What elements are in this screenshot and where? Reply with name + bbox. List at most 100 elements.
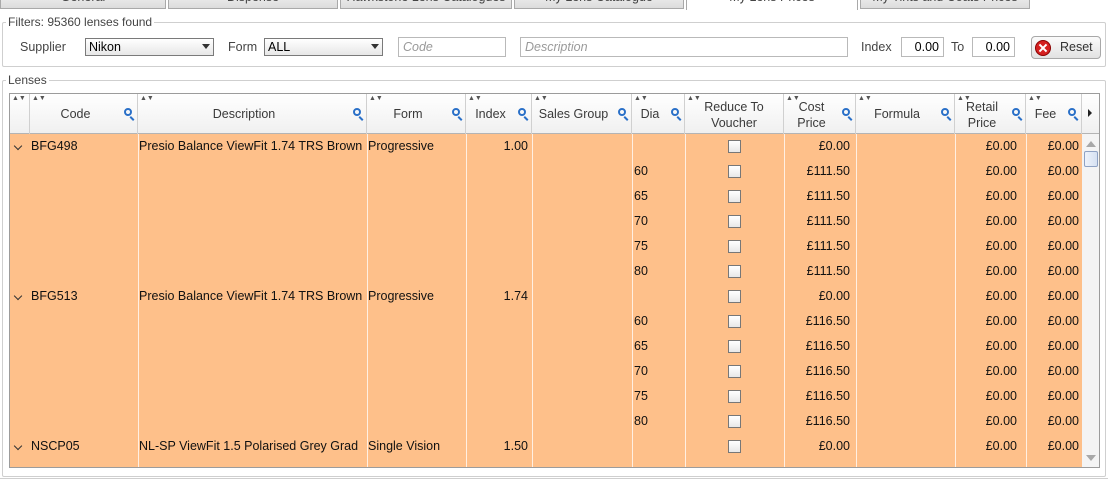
retail-price-cell: £0.00 (985, 214, 1017, 228)
reduce-to-voucher-checkbox[interactable] (728, 265, 741, 278)
header-fee[interactable]: ▲▼ Fee (1026, 94, 1082, 134)
search-icon[interactable] (353, 108, 361, 116)
code-input[interactable] (398, 37, 506, 57)
form-cell: Progressive (368, 139, 434, 153)
dia-cell: 80 (634, 264, 648, 278)
dia-cell: 65 (634, 339, 648, 353)
header-dia[interactable]: ▲▼ Dia (632, 94, 685, 134)
header-form-label: Form (393, 107, 423, 121)
header-index[interactable]: ▲▼ Index (466, 94, 532, 134)
description-input[interactable] (520, 37, 848, 57)
tab-general[interactable]: General (0, 0, 166, 9)
lens-diameter-row[interactable]: 60 £111.50 £0.00 £0.00 (10, 159, 1082, 184)
fee-cell: £0.00 (1047, 214, 1079, 228)
lens-diameter-row[interactable]: 80 £111.50 £0.00 £0.00 (10, 259, 1082, 284)
reset-icon (1035, 40, 1051, 56)
index-cell: 1.00 (503, 139, 528, 153)
index-label: Index (861, 40, 892, 54)
scrollbar-thumb[interactable] (1084, 151, 1098, 167)
code-cell: BFG498 (31, 139, 78, 153)
reduce-to-voucher-cell (728, 359, 744, 384)
reduce-to-voucher-checkbox[interactable] (728, 315, 741, 328)
scroll-down-icon[interactable] (1086, 455, 1096, 461)
header-code[interactable]: ▲▼ Code (30, 94, 138, 134)
search-icon[interactable] (1068, 108, 1076, 116)
header-sales-group[interactable]: ▲▼ Sales Group (532, 94, 632, 134)
form-select[interactable]: ALL (264, 38, 383, 56)
description-cell: NL-SP ViewFit 1.5 Polarised Grey Grad (139, 439, 359, 453)
cost-price-cell: £116.50 (805, 414, 850, 428)
reduce-to-voucher-cell (728, 184, 744, 209)
lens-diameter-row[interactable]: 70 £116.50 £0.00 £0.00 (10, 359, 1082, 384)
cost-price-cell: £0.00 (818, 139, 850, 153)
tab-my-lens-prices[interactable]: My Lens Prices (686, 0, 858, 10)
search-icon[interactable] (618, 108, 626, 116)
lens-diameter-row[interactable]: 70 £111.50 £0.00 £0.00 (10, 209, 1082, 234)
chevron-down-icon[interactable] (13, 291, 23, 301)
search-icon[interactable] (518, 108, 526, 116)
lens-row[interactable]: BFG498 Presio Balance ViewFit 1.74 TRS Br… (10, 134, 1082, 159)
supplier-select[interactable]: Nikon (85, 38, 214, 56)
tab-my-lens-catalogue[interactable]: My Lens Catalogue (514, 0, 684, 9)
scroll-up-icon[interactable] (1086, 141, 1096, 147)
reduce-to-voucher-checkbox[interactable] (728, 290, 741, 303)
sort-icon[interactable]: ▲▼ (12, 95, 26, 102)
cost-price-cell: £116.50 (805, 364, 850, 378)
reduce-to-voucher-checkbox[interactable] (728, 390, 741, 403)
reduce-to-voucher-checkbox[interactable] (728, 165, 741, 178)
reduce-to-voucher-checkbox[interactable] (728, 215, 741, 228)
header-cost-price[interactable]: ▲▼ Cost Price (784, 94, 856, 134)
lens-diameter-row[interactable]: 75 £111.50 £0.00 £0.00 (10, 234, 1082, 259)
lens-diameter-row[interactable]: 65 £116.50 £0.00 £0.00 (10, 334, 1082, 359)
sort-icon: ▲▼ (140, 95, 154, 102)
cost-price-cell: £0.00 (818, 289, 850, 303)
scroll-right-icon[interactable] (1088, 109, 1092, 117)
header-dia-label: Dia (640, 107, 660, 121)
header-form[interactable]: ▲▼ Form (367, 94, 466, 134)
lens-diameter-row[interactable]: 65 £111.50 £0.00 £0.00 (10, 184, 1082, 209)
dia-cell: 70 (634, 214, 648, 228)
tab-dispense[interactable]: Dispense (168, 0, 338, 9)
fee-cell: £0.00 (1047, 139, 1079, 153)
reduce-to-voucher-cell (728, 309, 744, 334)
search-icon[interactable] (452, 108, 460, 116)
lens-diameter-row[interactable]: 80 £116.50 £0.00 £0.00 (10, 409, 1082, 434)
search-icon[interactable] (124, 108, 132, 116)
reduce-to-voucher-checkbox[interactable] (728, 190, 741, 203)
index-from-input[interactable] (901, 37, 944, 57)
header-cost-line2: Price (797, 116, 826, 130)
cost-price-cell: £116.50 (805, 339, 850, 353)
tab-hawkstone-lens-catalogues[interactable]: Hawkstone Lens Catalogues (340, 0, 512, 9)
search-icon[interactable] (1012, 108, 1020, 116)
retail-price-cell: £0.00 (985, 314, 1017, 328)
reduce-to-voucher-checkbox[interactable] (728, 415, 741, 428)
lens-diameter-row[interactable]: 75 £116.50 £0.00 £0.00 (10, 384, 1082, 409)
lens-row[interactable]: BFG513 Presio Balance ViewFit 1.74 TRS Br… (10, 284, 1082, 309)
lens-diameter-row[interactable]: 60 £116.50 £0.00 £0.00 (10, 309, 1082, 334)
search-icon[interactable] (671, 108, 679, 116)
index-to-input[interactable] (972, 37, 1015, 57)
reduce-to-voucher-checkbox[interactable] (728, 140, 741, 153)
vertical-scrollbar[interactable] (1082, 134, 1099, 467)
reduce-to-voucher-checkbox[interactable] (728, 240, 741, 253)
reduce-to-voucher-checkbox[interactable] (728, 440, 741, 453)
search-icon[interactable] (842, 108, 850, 116)
header-retail-line1: Retail (966, 100, 998, 114)
lens-row[interactable]: NSCP05 NL-SP ViewFit 1.5 Polarised Grey G… (10, 434, 1082, 459)
header-retail-price[interactable]: ▲▼ Retail Price (955, 94, 1026, 134)
chevron-down-icon[interactable] (13, 141, 23, 151)
reduce-to-voucher-cell (728, 334, 744, 359)
header-description[interactable]: ▲▼ Description (138, 94, 367, 134)
tab-my-tints-and-coats-prices[interactable]: My Tints and Coats Prices (860, 0, 1030, 9)
reduce-to-voucher-checkbox[interactable] (728, 365, 741, 378)
search-icon[interactable] (941, 108, 949, 116)
reduce-to-voucher-cell (728, 209, 744, 234)
chevron-down-icon[interactable] (13, 441, 23, 451)
fee-cell: £0.00 (1047, 264, 1079, 278)
cost-price-cell: £111.50 (806, 239, 850, 253)
header-formula[interactable]: ▲▼ Formula (856, 94, 955, 134)
reduce-to-voucher-checkbox[interactable] (728, 340, 741, 353)
reset-button[interactable]: Reset (1031, 36, 1101, 59)
index-cell: 1.74 (503, 289, 528, 303)
header-reduce-to-voucher[interactable]: ▲▼ Reduce To Voucher (685, 94, 784, 134)
